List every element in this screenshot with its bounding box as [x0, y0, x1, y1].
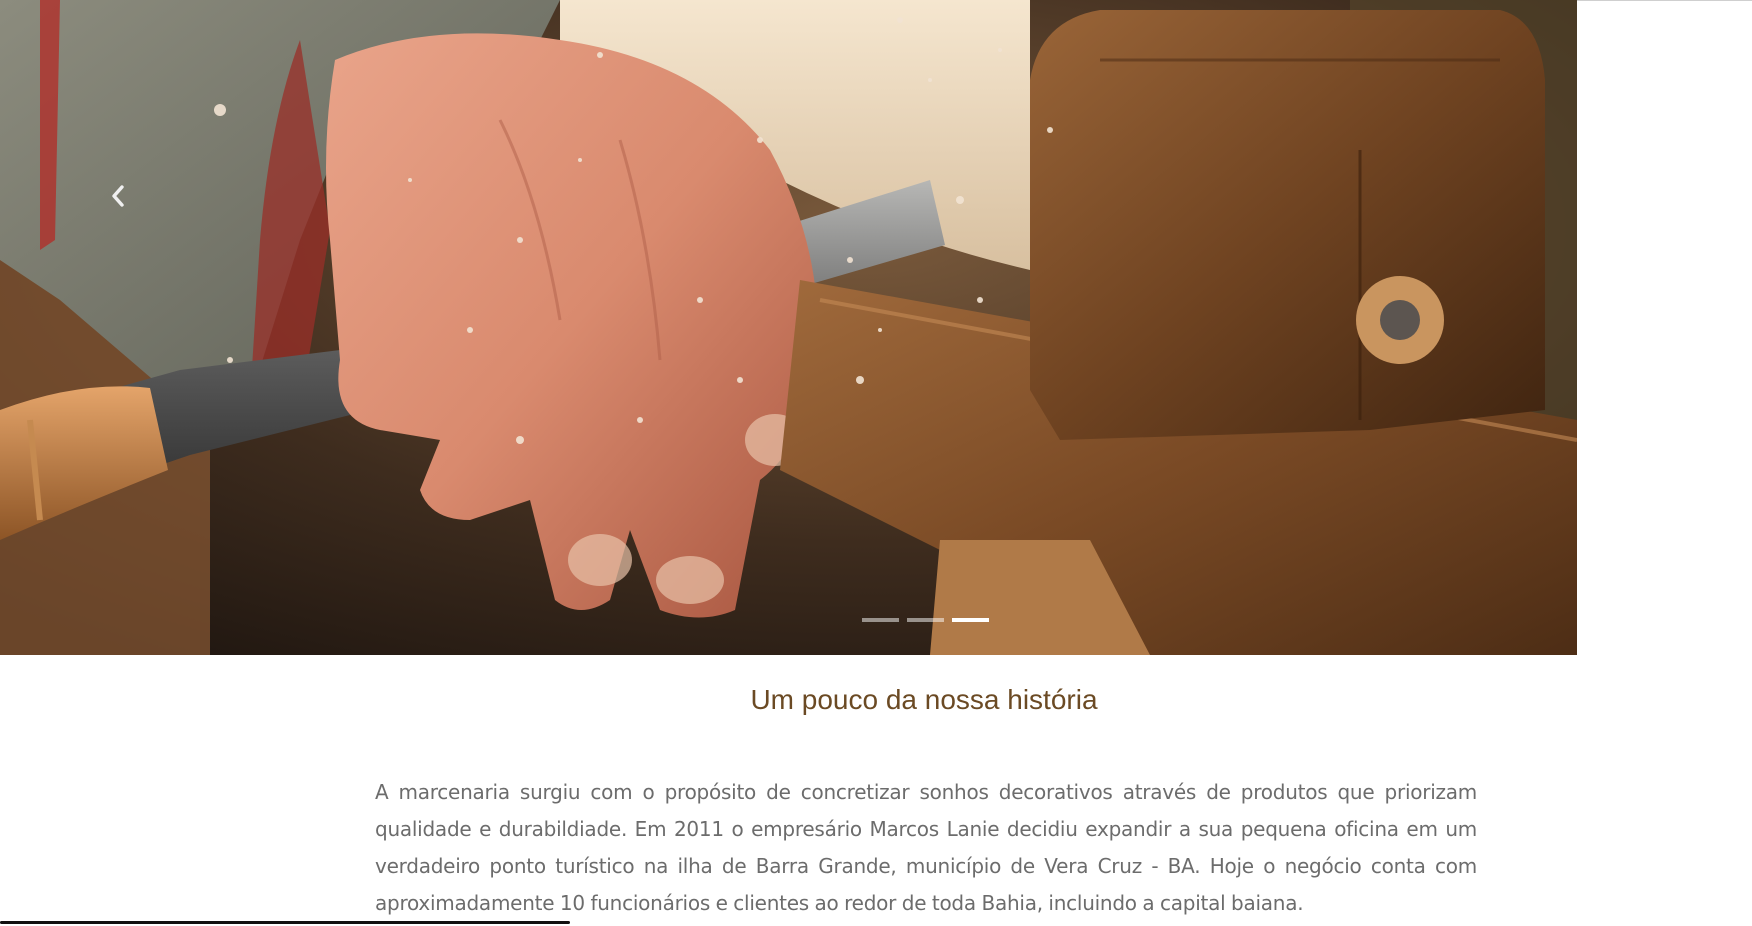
carousel-indicators [862, 618, 989, 622]
hero-carousel [0, 0, 1577, 655]
carousel-indicator-active[interactable] [952, 618, 989, 622]
carousel-slide-image [0, 0, 1577, 655]
top-divider [1577, 0, 1752, 1]
carousel-prev-button[interactable] [96, 170, 140, 222]
chevron-left-icon [112, 185, 124, 207]
carousel-indicator[interactable] [907, 618, 944, 622]
history-paragraph: A marcenaria surgiu com o propósito de c… [375, 780, 1477, 915]
history-title: Um pouco da nossa história [750, 684, 1098, 715]
carousel-indicator[interactable] [862, 618, 899, 622]
horizontal-scrollbar[interactable] [0, 921, 570, 924]
carousel-next-button[interactable] [1513, 170, 1557, 222]
page: Um pouco da nossa história A marcenaria … [0, 0, 1752, 926]
